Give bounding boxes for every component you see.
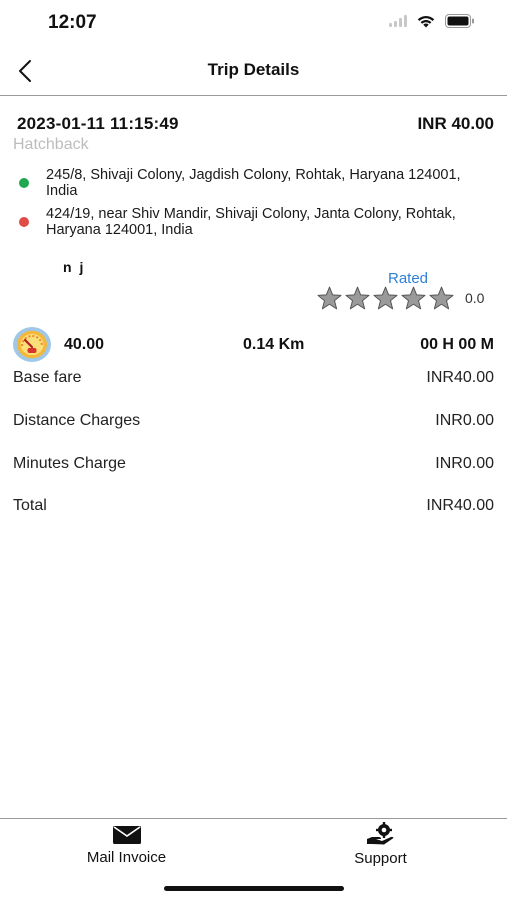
support-button[interactable]: Support (254, 822, 507, 867)
trip-amount: INR 40.00 (417, 114, 494, 133)
speedometer-icon (12, 326, 52, 363)
rating-status[interactable]: Rated (388, 270, 428, 287)
driver-name: n j (63, 259, 86, 275)
distance-summary: 0.14 Km (243, 336, 305, 353)
vehicle-type: Hatchback (13, 136, 89, 153)
support-icon (366, 822, 393, 845)
star-icon (401, 286, 426, 310)
mail-invoice-button[interactable]: Mail Invoice (0, 822, 253, 866)
star-icon (317, 286, 342, 310)
status-icons (389, 14, 475, 28)
fare-row-label: Distance Charges (13, 412, 141, 429)
fare-row-label: Total (13, 497, 47, 514)
mail-invoice-label: Mail Invoice (86, 849, 167, 866)
fare-row-value: INR0.00 (435, 455, 494, 472)
fare-row-total: Total INR40.00 (13, 497, 494, 515)
fare-row-minutes: Minutes Charge INR0.00 (13, 455, 494, 473)
star-icon (345, 286, 370, 310)
fare-row-label: Base fare (13, 369, 82, 386)
rating-stars (316, 286, 455, 311)
fare-row-value: INR40.00 (426, 369, 494, 386)
drop-address: 424/19, near Shiv Mandir, Shivaji Colony… (46, 206, 456, 238)
trip-datetime: 2023-01-11 11:15:49 (17, 114, 179, 133)
home-indicator (164, 886, 344, 891)
fare-row-value: INR0.00 (435, 412, 494, 429)
rating-value: 0.0 (465, 290, 485, 306)
fare-row-base: Base fare INR40.00 (13, 369, 494, 387)
pickup-address: 245/8, Shivaji Colony, Jagdish Colony, R… (46, 167, 461, 199)
status-time: 12:07 (48, 12, 97, 33)
wifi-icon (417, 15, 435, 27)
drop-dot-icon (19, 217, 29, 227)
fare-row-distance: Distance Charges INR0.00 (13, 412, 494, 430)
nav-divider (0, 95, 507, 96)
page-title: Trip Details (207, 60, 300, 79)
star-icon (373, 286, 398, 310)
mail-icon (112, 826, 141, 844)
bottom-bar-divider (0, 818, 507, 819)
pickup-dot-icon (19, 178, 29, 188)
star-icon (429, 286, 454, 310)
fare-row-value: INR40.00 (426, 497, 494, 514)
fare-row-label: Minutes Charge (13, 455, 126, 472)
support-label: Support (354, 850, 407, 867)
battery-icon (445, 14, 474, 28)
fare-summary: 40.00 (64, 336, 105, 353)
signal-icon (389, 15, 407, 27)
duration-summary: 00 H 00 M (420, 336, 494, 353)
